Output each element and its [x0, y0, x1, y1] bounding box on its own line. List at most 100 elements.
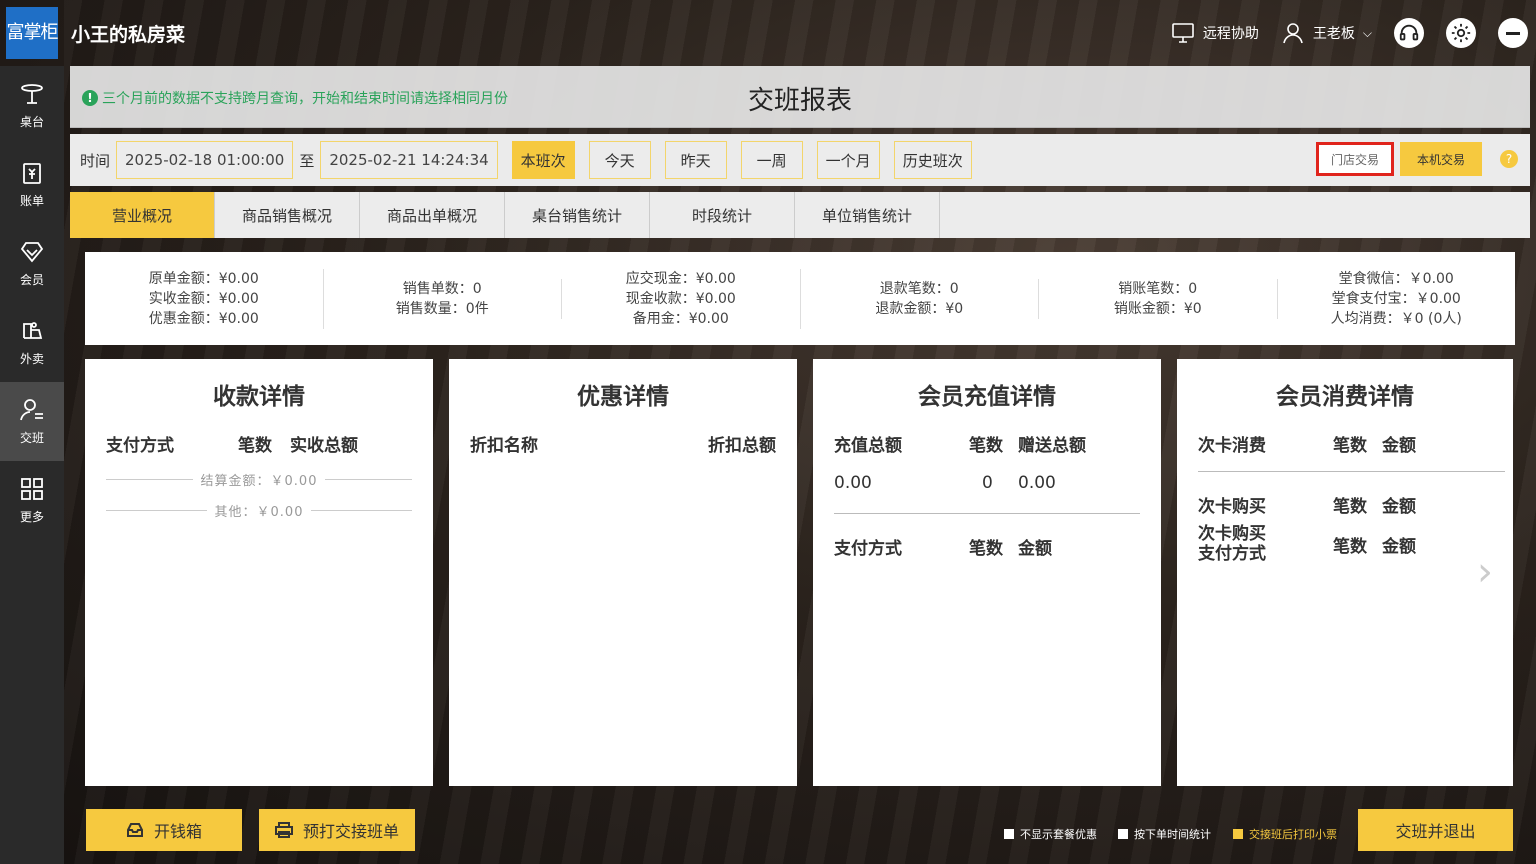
summary-amounts: 原单金额：¥0.00 实收金额：¥0.00 优惠金额：¥0.00: [85, 268, 324, 329]
sidebar-item-table[interactable]: 桌台: [0, 66, 64, 145]
order-time-checkbox[interactable]: 按下单时间统计: [1118, 826, 1211, 842]
quick-current-shift[interactable]: 本班次: [511, 141, 575, 179]
remote-help-label: 远程协助: [1202, 26, 1259, 42]
to-label: 至: [299, 151, 315, 170]
drawer-icon: [126, 823, 143, 837]
local-transactions-button[interactable]: 本机交易: [1400, 142, 1482, 176]
report-tabs: 营业概况 商品销售概况 商品出单概况 桌台销售统计 时段统计 单位销售统计: [70, 192, 1530, 238]
page-title: 交班报表: [747, 86, 852, 116]
end-date-input[interactable]: 2025-02-21 14:24:34: [320, 141, 498, 179]
quick-today[interactable]: 今天: [588, 141, 651, 179]
quick-history-shifts[interactable]: 历史班次: [893, 141, 972, 179]
payment-details-title: 收款详情: [213, 384, 305, 410]
sidebar-label-bill: 账单: [19, 194, 44, 208]
summary-sales: 销售单数：0 销售数量：0件: [324, 278, 562, 319]
card-purchase-payment-header: 次卡购买 支付方式: [1198, 524, 1333, 564]
tab-product-orders[interactable]: 商品出单概况: [360, 192, 505, 238]
recharge-details-title: 会员充值详情: [918, 384, 1056, 410]
bottom-bar: 开钱箱 预打交接班单 不显示套餐优惠 按下单时间统计 交接班后打印小票 交班并退…: [70, 800, 1530, 864]
card-purchase-count-header: 笔数: [1333, 497, 1367, 517]
sidebar-label-more: 更多: [19, 510, 44, 524]
checkbox-icon: [1004, 829, 1014, 839]
consume-header-row: 次卡消费 笔数 金额: [1198, 431, 1492, 456]
recharge-payment-method-header: 支付方式: [834, 539, 902, 559]
chevron-right-icon[interactable]: ›: [1477, 549, 1493, 595]
title-bar: ! 三个月前的数据不支持跨月查询，开始和结束时间请选择相同月份 交班报表: [70, 66, 1530, 128]
open-drawer-button[interactable]: 开钱箱: [86, 809, 242, 851]
settle-amount-divider: 结算金额：￥0.00: [106, 470, 412, 489]
recharge-count-value: 0: [982, 473, 993, 493]
headset-icon: [1399, 24, 1419, 41]
handover-exit-label: 交班并退出: [1395, 822, 1476, 841]
pre-print-button[interactable]: 预打交接班单: [259, 809, 415, 851]
top-bar: 富掌柜 小王的私房菜 远程协助 王老板 ⌵: [0, 0, 1536, 66]
user-icon: [1283, 23, 1303, 44]
quick-week[interactable]: 一周: [740, 141, 803, 179]
tab-unit-sales[interactable]: 单位销售统计: [795, 192, 940, 238]
card-purchase-amount-header: 金额: [1382, 497, 1416, 517]
recharge-header-row: 充值总额 笔数 赠送总额: [834, 431, 1140, 456]
tab-time-period[interactable]: 时段统计: [650, 192, 795, 238]
card-purchase-payment-row: 次卡购买 支付方式 笔数 金额: [1198, 524, 1492, 564]
card-purchase-payment-amount-header: 金额: [1382, 536, 1416, 557]
bill-icon: [23, 163, 41, 184]
sidebar-item-bill[interactable]: 账单: [0, 145, 64, 224]
start-date-input[interactable]: 2025-02-18 01:00:00: [116, 141, 294, 179]
tab-product-sales[interactable]: 商品销售概况: [215, 192, 360, 238]
remote-help-button[interactable]: 远程协助: [1171, 22, 1259, 44]
discount-total-header: 折扣总额: [708, 436, 776, 456]
recharge-payment-header-row: 支付方式 笔数 金额: [834, 534, 1140, 559]
summary-writeoff-amount: 销账金额：¥0: [1113, 300, 1202, 317]
recharge-details-card: 会员充值详情 充值总额 笔数 赠送总额 0.00 0 0.00 支付方式 笔数 …: [813, 359, 1161, 786]
quick-yesterday[interactable]: 昨天: [664, 141, 727, 179]
quick-month[interactable]: 一个月: [816, 141, 880, 179]
handover-exit-button[interactable]: 交班并退出: [1358, 809, 1513, 851]
tab-business-overview[interactable]: 营业概况: [70, 192, 215, 238]
summary-refunds: 退款笔数：0 退款金额：¥0: [801, 278, 1039, 319]
payment-details-card: 收款详情 支付方式 笔数 实收总额 结算金额：￥0.00 其他：￥0.00: [85, 359, 433, 786]
user-menu[interactable]: 王老板 ⌵: [1281, 21, 1372, 45]
sidebar: 桌台 账单 会员 外卖 交班 更多: [0, 66, 64, 864]
settings-button[interactable]: [1446, 18, 1476, 48]
payment-header-row: 支付方式 笔数 实收总额: [106, 431, 412, 456]
summary-received: 实收金额：¥0.00: [148, 290, 259, 307]
gear-icon: [1451, 23, 1471, 43]
summary-wechat: 堂食微信：￥0.00: [1338, 270, 1454, 287]
store-transactions-button[interactable]: 门店交易: [1316, 142, 1394, 176]
headset-button[interactable]: [1394, 18, 1424, 48]
print-receipt-checkbox[interactable]: 交接班后打印小票: [1233, 826, 1337, 842]
recharge-bonus-value: 0.00: [1018, 473, 1056, 493]
summary-item-count: 销售数量：0件: [395, 300, 489, 317]
tab-table-sales[interactable]: 桌台销售统计: [505, 192, 650, 238]
sidebar-item-delivery[interactable]: 外卖: [0, 303, 64, 382]
sidebar-label-shift: 交班: [19, 431, 44, 445]
summary-order-count: 销售单数：0: [402, 280, 482, 297]
checkbox-icon: [1118, 829, 1128, 839]
table-icon: [21, 84, 43, 104]
filter-bar: 时间 2025-02-18 01:00:00 至 2025-02-21 14:2…: [70, 134, 1530, 186]
hide-combo-discount-checkbox[interactable]: 不显示套餐优惠: [1004, 826, 1097, 842]
payment-method-header: 支付方式: [106, 436, 174, 456]
print-receipt-label: 交接班后打印小票: [1249, 828, 1337, 841]
sidebar-item-more[interactable]: 更多: [0, 461, 64, 540]
recharge-value-row: 0.00 0 0.00: [834, 473, 1140, 493]
store-name: 小王的私房菜: [71, 24, 186, 46]
minimize-button[interactable]: [1498, 18, 1528, 48]
grid-icon: [21, 478, 43, 500]
top-right-controls: 远程协助 王老板 ⌵: [1171, 14, 1528, 52]
card-consume-header: 次卡消费: [1198, 436, 1266, 456]
recharge-total-header: 充值总额: [834, 436, 902, 456]
other-amount-text: 其他：￥0.00: [214, 505, 304, 520]
transaction-scope: 门店交易 本机交易 ?: [1316, 142, 1518, 176]
sidebar-label-table: 桌台: [19, 115, 44, 129]
delivery-icon: [23, 322, 43, 339]
sidebar-item-member[interactable]: 会员: [0, 224, 64, 303]
recharge-total-value: 0.00: [834, 473, 872, 493]
sidebar-item-shift[interactable]: 交班: [0, 382, 64, 461]
checkbox-checked-icon: [1233, 829, 1243, 839]
recharge-count-header: 笔数: [969, 436, 1003, 456]
consume-details-title: 会员消费详情: [1276, 384, 1414, 410]
main-panel: ! 三个月前的数据不支持跨月查询，开始和结束时间请选择相同月份 交班报表 时间 …: [70, 66, 1530, 800]
help-icon[interactable]: ?: [1500, 150, 1518, 168]
summary-discount: 优惠金额：¥0.00: [148, 310, 259, 327]
